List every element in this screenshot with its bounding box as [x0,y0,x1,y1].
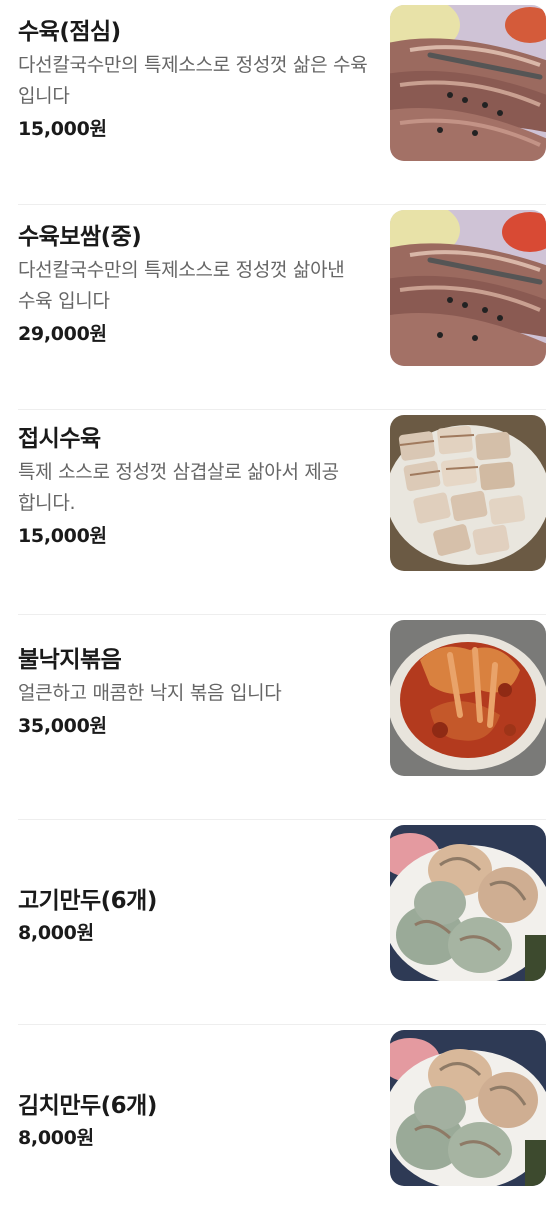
meat-dumpling-image [390,825,546,981]
menu-item-price: 15,000원 [18,118,107,140]
menu-item-price: 35,000원 [18,715,107,737]
boiled-pork-wrap-image [390,210,546,366]
menu-list: 수육(점심) 다선칼국수만의 특제소스로 정성껏 삶은 수육 입니다 15,00… [0,0,558,1230]
meat-dumpling-photo[interactable] [390,825,546,981]
kimchi-dumpling-photo[interactable] [390,1030,546,1186]
menu-item-kimchi-dumpling[interactable]: 김치만두(6개) 8,000원 [18,1025,546,1230]
menu-item-suyuk-bossam[interactable]: 수육보쌈(중) 다선칼국수만의 특제소스로 정성껏 삶아낸 수육 입니다 29,… [18,205,546,410]
menu-item-description: 다선칼국수만의 특제소스로 정성껏 삶아낸 수육 입니다 [18,259,345,312]
boiled-pork-image [390,5,546,161]
menu-item-price: 8,000원 [18,1127,94,1149]
menu-item-name: 고기만두(6개) [18,888,157,914]
menu-item-plate-suyuk[interactable]: 접시수육 특제 소스로 정성껏 삼겹살로 삶아서 제공 합니다. 15,000원 [18,410,546,615]
menu-item-spicy-octopus[interactable]: 불낙지볶음 얼큰하고 매콤한 낙지 볶음 입니다 35,000원 [18,615,546,820]
menu-item-name: 접시수육 [18,426,101,452]
menu-item-text: 수육(점심) 다선칼국수만의 특제소스로 정성껏 삶은 수육 입니다 15,00… [18,17,368,144]
menu-item-name: 불낙지볶음 [18,647,122,673]
spicy-octopus-image [390,620,546,776]
menu-item-price: 15,000원 [18,525,107,547]
menu-item-text: 김치만두(6개) 8,000원 [18,1091,368,1153]
menu-item-price: 29,000원 [18,323,107,345]
menu-item-name: 수육(점심) [18,19,121,45]
menu-item-text: 고기만두(6개) 8,000원 [18,886,368,948]
menu-item-description: 특제 소스로 정성껏 삼겹살로 삶아서 제공 합니다. [18,461,339,514]
menu-item-suyuk-lunch[interactable]: 수육(점심) 다선칼국수만의 특제소스로 정성껏 삶은 수육 입니다 15,00… [18,0,546,205]
menu-item-text: 수육보쌈(중) 다선칼국수만의 특제소스로 정성껏 삶아낸 수육 입니다 29,… [18,222,368,349]
menu-item-description: 얼큰하고 매콤한 낙지 볶음 입니다 [18,682,282,704]
menu-item-description: 다선칼국수만의 특제소스로 정성껏 삶은 수육 입니다 [18,54,368,107]
spicy-octopus-photo[interactable] [390,620,546,776]
kimchi-dumpling-image [390,1030,546,1186]
plated-pork-belly-photo[interactable] [390,415,546,571]
menu-item-price: 8,000원 [18,922,94,944]
menu-item-name: 김치만두(6개) [18,1093,157,1119]
plated-pork-belly-image [390,415,546,571]
menu-item-text: 접시수육 특제 소스로 정성껏 삼겹살로 삶아서 제공 합니다. 15,000원 [18,424,368,551]
menu-item-name: 수육보쌈(중) [18,224,142,250]
menu-item-meat-dumpling[interactable]: 고기만두(6개) 8,000원 [18,820,546,1025]
boiled-pork-wrap-photo[interactable] [390,210,546,366]
menu-item-text: 불낙지볶음 얼큰하고 매콤한 낙지 볶음 입니다 35,000원 [18,645,368,741]
boiled-pork-photo[interactable] [390,5,546,161]
